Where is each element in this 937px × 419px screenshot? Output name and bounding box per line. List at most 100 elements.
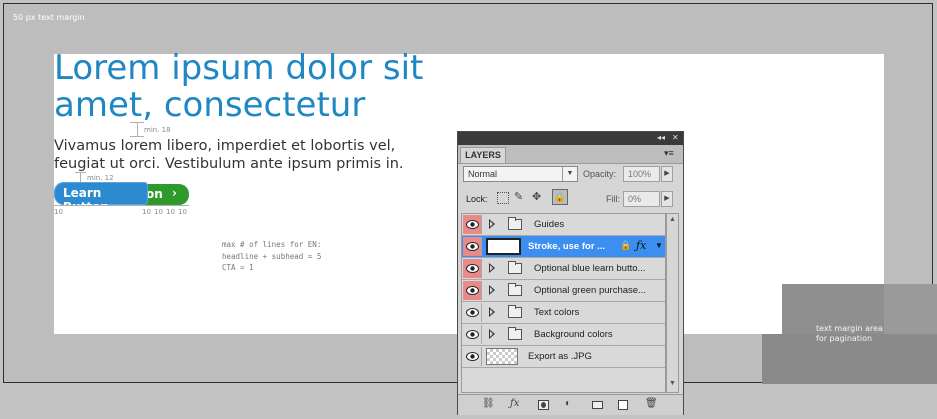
- lock-brush-icon[interactable]: ✎: [514, 190, 523, 203]
- lock-icon: 🔒: [620, 240, 632, 250]
- green-button-label: on: [146, 187, 163, 201]
- layers-list: Guides Stroke, use for ... 🔒 ƒx ▼ Option…: [461, 213, 666, 393]
- learn-button[interactable]: Learn Button: [54, 182, 148, 214]
- spacing-label-5: 10: [178, 208, 187, 216]
- layer-row-guides[interactable]: Guides: [462, 214, 665, 236]
- lock-label: Lock:: [466, 194, 488, 204]
- transparent-thumbnail: [486, 348, 518, 365]
- adjustment-icon[interactable]: ◐: [565, 398, 571, 409]
- expand-triangle-icon[interactable]: [489, 307, 495, 317]
- chevron-down-icon: ▼: [562, 167, 577, 181]
- lock-transparency-icon[interactable]: [497, 192, 509, 204]
- expand-triangle-icon[interactable]: [489, 285, 495, 295]
- notes-line-2: headline + subhead = 5: [222, 251, 322, 261]
- opacity-arrow-icon[interactable]: ▶: [661, 166, 673, 182]
- layer-row-blue-button[interactable]: Optional blue learn butto...: [462, 258, 665, 280]
- eye-icon[interactable]: [463, 325, 482, 344]
- pagination-label-line-2: for pagination: [816, 334, 873, 343]
- chevron-right-icon: ›: [172, 186, 177, 200]
- mask-icon[interactable]: [538, 400, 549, 410]
- subhead-line-2: feugiat ut orci. Vestibulum ante ipsum p…: [54, 156, 404, 172]
- layer-row-background-colors[interactable]: Background colors: [462, 324, 665, 346]
- expand-triangle-icon[interactable]: [489, 329, 495, 339]
- opacity-label: Opacity:: [583, 169, 617, 179]
- trash-icon[interactable]: 🗑: [645, 398, 658, 409]
- chevron-down-icon[interactable]: ▼: [655, 241, 663, 250]
- min18-marker-line: [137, 122, 138, 136]
- fill-field[interactable]: 0%: [623, 191, 660, 207]
- eye-icon[interactable]: [463, 215, 482, 234]
- layer-name: Background colors: [534, 329, 613, 340]
- spacing-label-2: 10: [142, 208, 151, 216]
- subhead: Vivamus lorem libero, imperdiet et lobor…: [54, 137, 474, 173]
- layer-row-export[interactable]: Export as .JPG: [462, 346, 665, 368]
- layer-row-text-colors[interactable]: Text colors: [462, 302, 665, 324]
- eye-icon[interactable]: [463, 237, 482, 256]
- close-icon[interactable]: ✕: [672, 133, 679, 142]
- layer-name: Stroke, use for ...: [528, 241, 606, 252]
- min12-label: min. 12: [87, 174, 114, 182]
- layer-thumbnail: [486, 238, 521, 255]
- spacing-label-1: 10: [54, 208, 63, 216]
- min12-marker-line: [80, 172, 81, 182]
- blend-mode-select[interactable]: Normal ▼: [463, 166, 578, 182]
- spacing-label-4: 10: [166, 208, 175, 216]
- layer-row-stroke[interactable]: Stroke, use for ... 🔒 ƒx ▼: [462, 236, 665, 258]
- layer-name: Guides: [534, 219, 565, 230]
- folder-icon: [508, 217, 522, 230]
- layers-scrollbar[interactable]: ▲ ▼: [666, 213, 679, 393]
- new-group-icon[interactable]: [592, 401, 603, 409]
- panel-titlebar[interactable]: ◂◂ ✕: [458, 132, 683, 145]
- expand-triangle-icon[interactable]: [489, 219, 495, 229]
- notes-line-3: CTA = 1: [222, 263, 254, 272]
- eye-icon[interactable]: [463, 259, 482, 278]
- collapse-icon[interactable]: ◂◂: [657, 133, 665, 142]
- notes-line-1: max # of lines for EN:: [222, 240, 322, 249]
- folder-icon: [508, 261, 522, 274]
- line-limit-notes: max # of lines for EN: headline + subhea…: [222, 239, 321, 274]
- pagination-label-line-1: text margin area: [816, 324, 883, 333]
- headline: Lorem ipsum dolor sit amet, consectetur: [54, 50, 474, 124]
- lock-move-icon[interactable]: ✥: [532, 190, 541, 203]
- tab-layers[interactable]: LAYERS: [460, 147, 506, 163]
- blend-mode-value: Normal: [468, 169, 498, 179]
- eye-icon[interactable]: [463, 303, 482, 322]
- layer-name: Optional green purchase...: [534, 285, 646, 296]
- headline-line-2: amet, consectetur: [54, 85, 366, 125]
- layer-name: Optional blue learn butto...: [534, 263, 646, 274]
- layers-panel: ◂◂ ✕ LAYERS ▾≡ Normal ▼ Opacity: 100% ▶ …: [457, 131, 684, 415]
- learn-button-label: Learn Button: [63, 186, 109, 214]
- panel-bottom-bar: ⛓ ƒx ◐ 🗑: [458, 394, 683, 415]
- panel-menu-icon[interactable]: ▾≡: [664, 148, 674, 159]
- lock-all-icon[interactable]: 🔒: [552, 189, 568, 205]
- folder-icon: [508, 305, 522, 318]
- fill-arrow-icon[interactable]: ▶: [661, 191, 673, 207]
- opacity-field[interactable]: 100%: [623, 166, 660, 182]
- margin-label: 50 px text margin: [13, 13, 85, 22]
- pagination-area-light: [884, 284, 937, 334]
- expand-triangle-icon[interactable]: [489, 263, 495, 273]
- fx-icon[interactable]: ƒx: [510, 398, 519, 409]
- fill-label: Fill:: [606, 194, 620, 204]
- spacing-label-3: 10: [154, 208, 163, 216]
- spacing-guide-line: [54, 205, 189, 206]
- scroll-down-icon[interactable]: ▼: [669, 380, 676, 387]
- headline-line-1: Lorem ipsum dolor sit: [54, 48, 424, 88]
- layer-name: Text colors: [534, 307, 580, 318]
- subhead-line-1: Vivamus lorem libero, imperdiet et lobor…: [54, 138, 396, 154]
- pagination-label: text margin area for pagination: [816, 324, 883, 344]
- eye-icon[interactable]: [463, 281, 482, 300]
- folder-icon: [508, 327, 522, 340]
- new-layer-icon[interactable]: [618, 400, 628, 410]
- layer-row-green-button[interactable]: Optional green purchase...: [462, 280, 665, 302]
- panel-tabbar: LAYERS ▾≡: [458, 145, 683, 164]
- folder-icon: [508, 283, 522, 296]
- scroll-up-icon[interactable]: ▲: [669, 216, 676, 223]
- min18-marker-top: [130, 122, 144, 123]
- layer-name: Export as .JPG: [528, 351, 592, 362]
- min18-label: min. 18: [144, 126, 171, 134]
- fx-icon[interactable]: ƒx: [636, 239, 646, 252]
- eye-icon[interactable]: [463, 347, 482, 366]
- min12-marker-top: [75, 172, 86, 173]
- link-icon[interactable]: ⛓: [482, 398, 495, 409]
